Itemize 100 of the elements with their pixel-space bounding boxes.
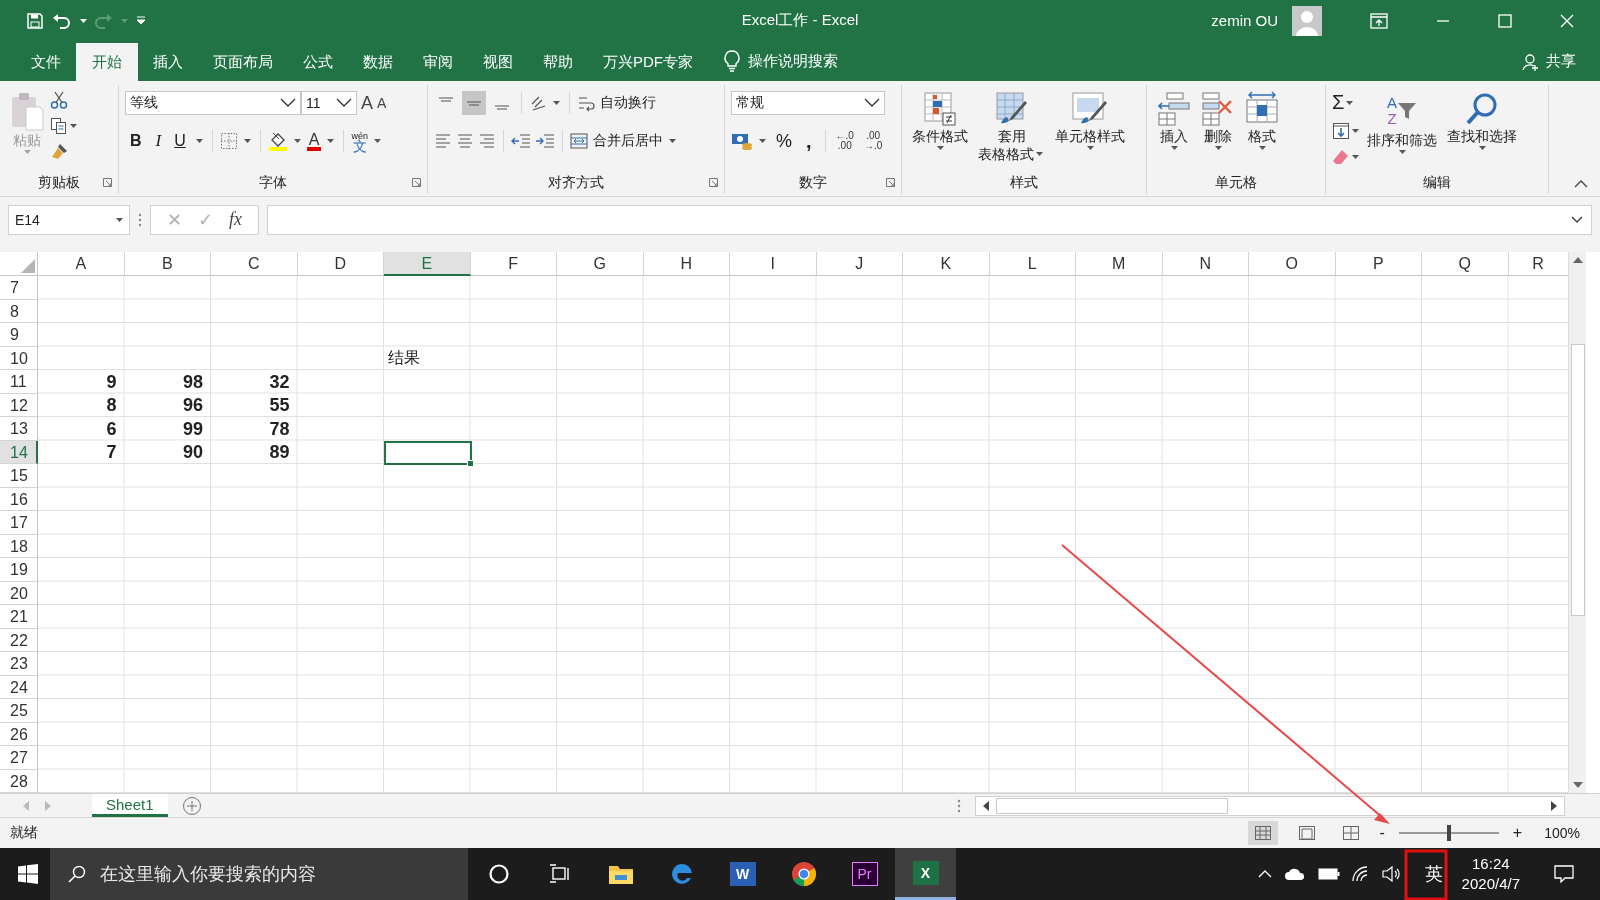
formula-input[interactable] (267, 204, 1592, 235)
normal-view-icon[interactable] (1253, 825, 1272, 842)
grow-font-button[interactable]: A (361, 92, 373, 114)
ribbon-tab[interactable]: 数据 (348, 43, 408, 82)
horizontal-scrollbar[interactable] (975, 795, 1565, 816)
row-header[interactable]: 25 (0, 699, 38, 723)
fill-color-icon[interactable] (267, 131, 288, 152)
row-header[interactable]: 28 (0, 769, 38, 794)
chevron-icon[interactable] (280, 98, 296, 109)
delete-cells-button[interactable]: 删除 (1197, 89, 1239, 154)
clock-time[interactable]: 16:24 (1472, 854, 1510, 874)
undo-icon[interactable] (52, 11, 72, 30)
brush-icon[interactable] (50, 143, 68, 162)
view-mode-button[interactable] (1247, 821, 1278, 846)
column-header[interactable]: R (1508, 252, 1568, 277)
cut-icon[interactable] (50, 91, 68, 110)
start-icon[interactable] (18, 864, 38, 884)
conditional-format-icon[interactable] (923, 91, 957, 128)
taskbar-search-field[interactable]: 在这里输入你要搜索的内容 (98, 862, 468, 886)
ribbon-tab[interactable]: 页面布局 (198, 43, 288, 82)
column-header[interactable]: B (124, 252, 211, 277)
merge-cells-icon[interactable] (570, 132, 588, 151)
caret-icon[interactable] (80, 18, 87, 23)
row-header[interactable]: 27 (0, 746, 38, 770)
ribbon-tab[interactable]: 万兴PDF专家 (588, 43, 708, 82)
page-layout-icon[interactable] (1297, 825, 1316, 842)
caret-up-icon[interactable] (1257, 870, 1272, 878)
expand-icon[interactable] (1571, 215, 1583, 224)
ribbon-tab[interactable]: 公式 (288, 43, 348, 82)
insert-function-button[interactable]: fx (229, 209, 242, 231)
format-cells-button[interactable]: 格式 (1241, 89, 1283, 154)
zoom-in-button[interactable]: + (1512, 824, 1523, 843)
launcher-icon[interactable] (103, 178, 112, 188)
search-icon[interactable] (68, 865, 86, 883)
caret-icon[interactable] (759, 138, 766, 145)
autosum-button[interactable]: Σ (1332, 91, 1345, 115)
column-header[interactable]: O (1249, 252, 1336, 277)
column-header[interactable]: L (989, 252, 1076, 277)
decrease-indent-icon[interactable] (511, 133, 531, 150)
task-view-icon[interactable] (548, 864, 571, 884)
tell-me-search[interactable]: 操作说明搜索 (748, 52, 838, 72)
row-header[interactable]: 23 (0, 652, 38, 676)
caret-icon[interactable] (1346, 99, 1354, 106)
italic-button[interactable]: I (150, 131, 167, 152)
column-header[interactable]: E (384, 252, 471, 277)
row-header[interactable]: 13 (0, 417, 38, 441)
sort-filter-button[interactable]: A Z 排序和筛选 (1363, 89, 1441, 158)
row-header[interactable]: 12 (0, 393, 38, 418)
app-logo[interactable]: W (729, 862, 756, 886)
collapse-ribbon-icon[interactable] (1574, 179, 1588, 188)
chevron-icon[interactable] (864, 98, 880, 109)
copy-icon[interactable] (50, 117, 68, 136)
column-header[interactable]: A (38, 252, 125, 277)
wifi-icon[interactable] (1351, 866, 1370, 882)
row-header[interactable]: 16 (0, 487, 38, 512)
zoom-level[interactable]: 100% (1544, 825, 1580, 842)
row-header[interactable]: 15 (0, 464, 38, 488)
comma-button[interactable]: , (800, 129, 818, 153)
caret-icon[interactable] (1086, 145, 1094, 152)
column-header[interactable]: I (730, 252, 817, 277)
caret-icon[interactable] (1170, 145, 1178, 152)
row-header[interactable]: 24 (0, 675, 38, 700)
row-header[interactable]: 22 (0, 628, 38, 653)
caret-icon[interactable] (243, 138, 251, 145)
row-header[interactable]: 21 (0, 605, 38, 629)
ribbon-tab[interactable]: 开始 (76, 43, 138, 82)
drag-handle-icon[interactable] (138, 212, 142, 227)
input-method-button[interactable]: 英 (1413, 848, 1454, 900)
caret-icon[interactable] (327, 138, 335, 145)
phonetic-button[interactable]: wén 文 (351, 131, 368, 152)
scrollbar-thumb[interactable] (1570, 344, 1585, 617)
caret-icon[interactable] (669, 138, 676, 145)
row-header[interactable]: 18 (0, 534, 38, 559)
merge-center-button[interactable]: 合并后居中 (570, 132, 663, 151)
taskbar-button[interactable]: X (895, 848, 956, 900)
caret-icon[interactable] (70, 123, 77, 130)
launcher-icon[interactable] (886, 178, 895, 188)
notification-icon[interactable] (1554, 865, 1574, 883)
caret-icon[interactable] (293, 138, 301, 145)
column-header[interactable]: F (470, 252, 557, 277)
row-header[interactable]: 11 (0, 370, 38, 394)
cloud-icon[interactable] (1283, 867, 1306, 881)
ribbon-display-icon[interactable] (1370, 12, 1388, 29)
avatar-icon[interactable] (1292, 5, 1322, 36)
row-header[interactable]: 17 (0, 511, 38, 535)
row-header[interactable]: 10 (0, 346, 38, 371)
column-header[interactable]: J (816, 252, 903, 277)
font-name-field[interactable]: 等线 (125, 91, 301, 116)
clock-date[interactable]: 2020/4/7 (1461, 874, 1520, 894)
add-sheet-icon[interactable] (181, 795, 202, 816)
row-header[interactable]: 26 (0, 722, 38, 747)
vertical-scrollbar[interactable] (1568, 252, 1586, 794)
insert-cells-button[interactable]: 插入 (1153, 89, 1195, 154)
caret-icon[interactable] (936, 145, 944, 152)
column-header[interactable]: H (643, 252, 730, 277)
funnel-icon[interactable] (1397, 101, 1417, 122)
borders-icon[interactable] (219, 132, 238, 151)
scrollbar-thumb[interactable] (996, 797, 1228, 814)
chevron-icon[interactable] (336, 98, 352, 109)
caret-icon[interactable] (374, 138, 381, 145)
